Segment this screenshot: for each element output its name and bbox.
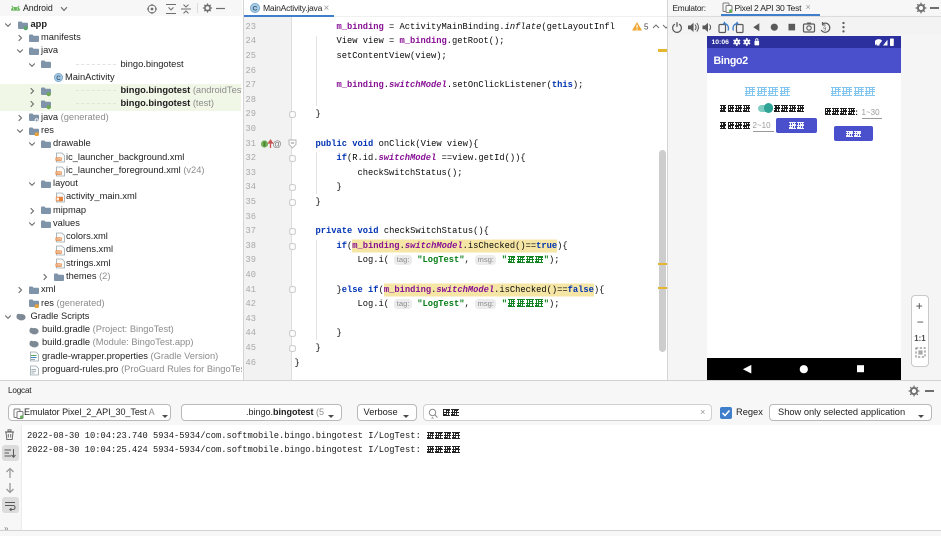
svg-text:5: 5 (644, 23, 649, 32)
svg-text:9: 9 (823, 27, 826, 33)
svg-text:xml: xml (56, 264, 61, 268)
svg-text:C: C (56, 74, 61, 81)
svg-text:xml: xml (56, 237, 61, 241)
svg-text:xml: xml (56, 157, 61, 161)
svg-text:C: C (252, 5, 257, 12)
svg-text:xml: xml (56, 171, 61, 175)
svg-text:xml: xml (56, 250, 61, 254)
